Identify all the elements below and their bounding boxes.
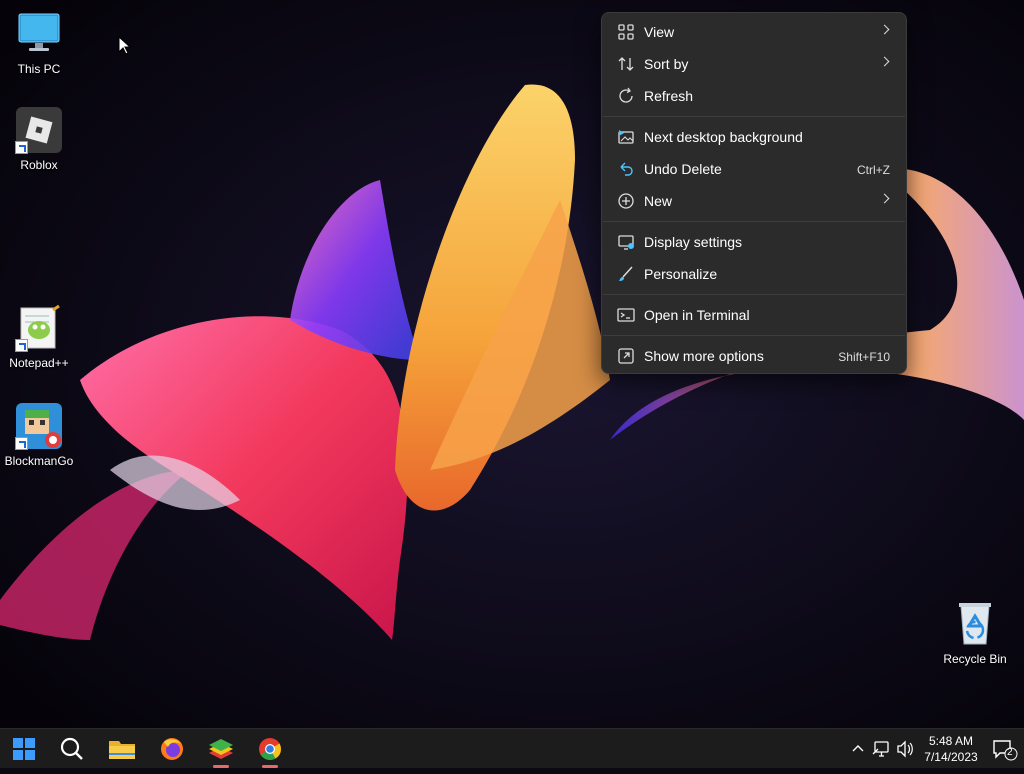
menu-separator	[603, 116, 905, 117]
brush-icon	[619, 266, 633, 281]
menu-item-view[interactable]: View	[606, 17, 902, 47]
desktop-icon-roblox[interactable]: Roblox	[1, 106, 77, 172]
notification-icon	[993, 740, 1018, 761]
menu-item-label: Refresh	[644, 88, 694, 104]
clock-date: 7/14/2023	[924, 750, 978, 764]
bluestacks-icon	[209, 739, 233, 759]
menu-item-display-settings[interactable]: Display settings	[606, 227, 902, 257]
volume-icon	[897, 740, 913, 758]
menu-separator	[603, 221, 905, 222]
desktop-icon-label: Roblox	[20, 158, 58, 172]
grid-icon	[618, 24, 634, 40]
refresh-icon	[619, 87, 633, 103]
file-explorer-icon	[109, 741, 135, 759]
notification-count-badge: 2	[1007, 747, 1013, 758]
desktop-icon-label: Recycle Bin	[943, 652, 1007, 666]
notepad-plus-plus-icon	[15, 304, 63, 352]
chrome-button[interactable]	[250, 733, 290, 768]
desktop-icon-label: BlockmanGo	[4, 454, 74, 468]
desktop-icon-blockmango[interactable]: BlockmanGo	[1, 402, 77, 468]
search-icon	[60, 737, 83, 760]
shortcut-arrow-icon	[15, 437, 28, 450]
start-icon	[13, 738, 35, 760]
blockmango-icon	[15, 402, 63, 450]
desktop-context-menu: View Sort by Refresh Next desktop backgr…	[601, 12, 907, 374]
desktop-icon-notepad-plus-plus[interactable]: Notepad++	[1, 304, 77, 370]
network-button[interactable]	[870, 729, 894, 769]
chevron-right-icon	[879, 56, 890, 67]
mouse-cursor-icon	[118, 36, 132, 55]
file-explorer-button[interactable]	[102, 733, 142, 765]
volume-button[interactable]	[894, 729, 916, 769]
menu-separator	[603, 335, 905, 336]
desktop-icon-label: This PC	[17, 62, 61, 76]
display-icon	[618, 235, 634, 250]
bluestacks-button[interactable]	[201, 733, 241, 768]
plus-circle-icon	[618, 193, 634, 209]
desktop-icon-label: Notepad++	[9, 356, 69, 370]
menu-item-shortcut: Shift+F10	[838, 350, 890, 364]
chevron-up-icon	[852, 745, 864, 752]
search-button[interactable]	[52, 733, 92, 765]
menu-item-label: Next desktop background	[644, 129, 803, 145]
menu-item-show-more-options[interactable]: Show more options Shift+F10	[606, 341, 902, 371]
chevron-right-icon	[879, 24, 890, 35]
notification-center-button[interactable]: 2	[990, 729, 1020, 769]
firefox-button[interactable]	[152, 733, 192, 765]
menu-item-label: Show more options	[644, 348, 764, 364]
more-options-icon	[618, 348, 634, 364]
menu-item-next-desktop-background[interactable]: Next desktop background	[606, 122, 902, 152]
sort-icon	[618, 57, 634, 71]
network-icon	[872, 741, 889, 757]
shortcut-arrow-icon	[15, 339, 28, 352]
monitor-icon	[15, 10, 63, 58]
menu-item-label: Sort by	[644, 56, 689, 72]
menu-item-shortcut: Ctrl+Z	[857, 163, 890, 177]
menu-item-new[interactable]: New	[606, 186, 902, 216]
menu-item-refresh[interactable]: Refresh	[606, 81, 902, 111]
menu-item-label: Open in Terminal	[644, 307, 750, 323]
menu-item-open-in-terminal[interactable]: Open in Terminal	[606, 300, 902, 330]
roblox-icon	[15, 106, 63, 154]
terminal-icon	[617, 308, 635, 322]
menu-item-personalize[interactable]: Personalize	[606, 259, 902, 289]
desktop-icon-recycle-bin[interactable]: Recycle Bin	[937, 600, 1013, 666]
menu-item-label: Undo Delete	[644, 161, 722, 177]
chrome-icon	[259, 738, 281, 760]
clock-time: 5:48 AM	[928, 734, 974, 748]
taskbar-clock[interactable]: 5:48 AM 7/14/2023	[918, 733, 984, 765]
menu-item-label: Personalize	[644, 266, 718, 282]
recycle-bin-icon	[951, 600, 999, 648]
tray-overflow-button[interactable]	[848, 729, 868, 769]
chevron-right-icon	[879, 193, 890, 204]
menu-item-label: View	[644, 24, 675, 40]
menu-separator	[603, 294, 905, 295]
next-background-icon	[618, 130, 634, 144]
undo-icon	[620, 162, 633, 176]
menu-item-undo-delete[interactable]: Undo Delete Ctrl+Z	[606, 154, 902, 184]
menu-item-sort-by[interactable]: Sort by	[606, 49, 902, 79]
menu-item-label: New	[644, 193, 673, 209]
shortcut-arrow-icon	[15, 141, 28, 154]
start-button[interactable]	[4, 733, 44, 765]
desktop-icon-this-pc[interactable]: This PC	[1, 10, 77, 76]
firefox-icon	[161, 738, 183, 760]
menu-item-label: Display settings	[644, 234, 743, 250]
taskbar: 5:48 AM 7/14/2023 2	[0, 728, 1024, 768]
